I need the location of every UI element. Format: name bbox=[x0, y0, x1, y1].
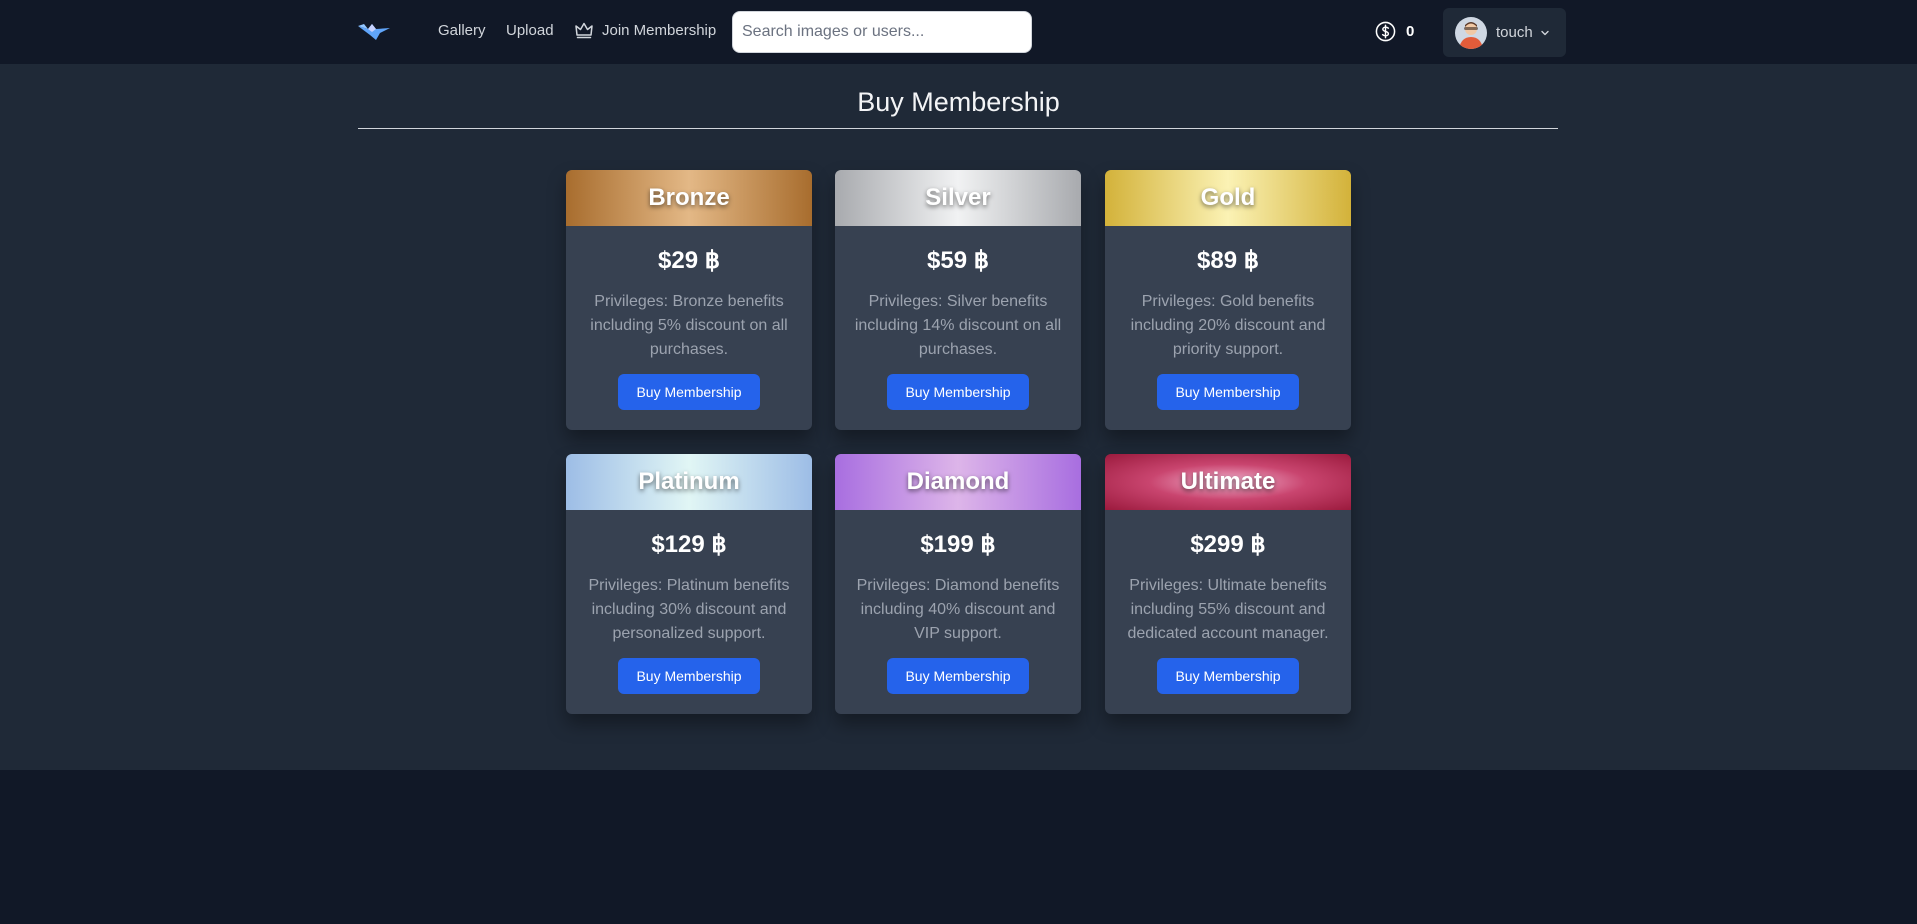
wallet-count: 0 bbox=[1406, 23, 1415, 40]
nav-gallery-link[interactable]: Gallery bbox=[438, 22, 486, 39]
plan-description: Privileges: Gold benefits including 20% … bbox=[1130, 293, 1326, 358]
user-menu-button[interactable]: touch bbox=[1443, 8, 1566, 57]
plan-name: Diamond bbox=[835, 454, 1081, 510]
plan-price: $29 ฿ bbox=[658, 247, 720, 274]
plan-name: Gold bbox=[1105, 170, 1351, 226]
top-navbar: Gallery Upload Join Membership 0 touch bbox=[0, 0, 1917, 64]
buy-ultimate-button[interactable]: Buy Membership bbox=[1157, 658, 1299, 694]
plan-price: $129 ฿ bbox=[651, 531, 727, 558]
dollar-coin-icon bbox=[1375, 21, 1396, 42]
bird-logo-icon[interactable] bbox=[356, 18, 392, 44]
plan-card-ultimate: Ultimate $299 ฿ Privileges: Ultimate ben… bbox=[1105, 454, 1351, 714]
plan-card-gold: Gold $89 ฿ Privileges: Gold benefits inc… bbox=[1105, 170, 1351, 430]
buy-gold-button[interactable]: Buy Membership bbox=[1157, 374, 1299, 410]
plan-description: Privileges: Bronze benefits including 5%… bbox=[590, 293, 788, 358]
plan-price: $59 ฿ bbox=[927, 247, 989, 274]
buy-bronze-button[interactable]: Buy Membership bbox=[618, 374, 760, 410]
crown-icon bbox=[575, 22, 593, 39]
chevron-down-icon bbox=[1541, 30, 1549, 35]
plan-description: Privileges: Diamond benefits including 4… bbox=[856, 577, 1060, 642]
wallet-balance[interactable]: 0 bbox=[1375, 21, 1414, 42]
plan-description: Privileges: Platinum benefits including … bbox=[588, 577, 790, 642]
username-label: touch bbox=[1496, 24, 1533, 41]
page-footer bbox=[0, 770, 1917, 924]
plan-name: Ultimate bbox=[1105, 454, 1351, 510]
main-content: Buy Membership Bronze $29 ฿ Privileges: … bbox=[0, 64, 1917, 770]
search-input[interactable] bbox=[732, 11, 1032, 53]
plan-name: Bronze bbox=[566, 170, 812, 226]
title-divider bbox=[358, 128, 1558, 129]
avatar bbox=[1455, 16, 1487, 49]
nav-upload-link[interactable]: Upload bbox=[506, 22, 554, 39]
plan-description: Privileges: Ultimate benefits including … bbox=[1127, 577, 1329, 642]
plan-card-bronze: Bronze $29 ฿ Privileges: Bronze benefits… bbox=[566, 170, 812, 430]
plan-price: $199 ฿ bbox=[920, 531, 996, 558]
plan-price: $89 ฿ bbox=[1197, 247, 1259, 274]
plan-card-diamond: Diamond $199 ฿ Privileges: Diamond benef… bbox=[835, 454, 1081, 714]
plan-name: Platinum bbox=[566, 454, 812, 510]
buy-diamond-button[interactable]: Buy Membership bbox=[887, 658, 1029, 694]
plan-card-silver: Silver $59 ฿ Privileges: Silver benefits… bbox=[835, 170, 1081, 430]
page-title: Buy Membership bbox=[857, 87, 1060, 117]
plan-price: $299 ฿ bbox=[1190, 531, 1266, 558]
nav-join-membership-label: Join Membership bbox=[602, 21, 717, 39]
nav-join-membership-link[interactable]: Join Membership bbox=[574, 20, 716, 40]
plan-description: Privileges: Silver benefits including 14… bbox=[854, 293, 1062, 358]
buy-silver-button[interactable]: Buy Membership bbox=[887, 374, 1029, 410]
plan-card-platinum: Platinum $129 ฿ Privileges: Platinum ben… bbox=[566, 454, 812, 714]
buy-platinum-button[interactable]: Buy Membership bbox=[618, 658, 760, 694]
plan-name: Silver bbox=[835, 170, 1081, 226]
